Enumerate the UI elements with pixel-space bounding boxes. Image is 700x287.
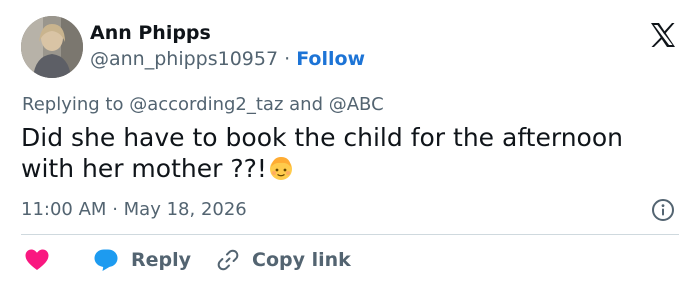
- tweet-card: Ann Phipps @ann_phipps10957 · Follow Rep…: [0, 0, 700, 287]
- meta-separator: ·: [112, 199, 118, 220]
- replying-conjunction: and: [289, 94, 323, 115]
- reply-button[interactable]: Reply: [93, 248, 191, 272]
- child-face-emoji-icon: [269, 157, 292, 180]
- reply-label: Reply: [131, 249, 192, 271]
- copy-link-button[interactable]: Copy link: [216, 248, 351, 272]
- x-logo-icon[interactable]: [648, 20, 678, 50]
- speech-bubble-icon: [94, 249, 118, 271]
- follow-button[interactable]: Follow: [296, 48, 365, 70]
- info-icon[interactable]: [651, 198, 675, 222]
- user-handle[interactable]: @ann_phipps10957: [90, 48, 278, 70]
- handle-separator: ·: [284, 48, 291, 70]
- mention-abc[interactable]: @ABC: [329, 94, 384, 115]
- tweet-text-line-2: with her mother ??!: [21, 154, 267, 183]
- replying-to: Replying to @according2_taz and @ABC: [22, 94, 384, 116]
- replying-prefix: Replying to: [22, 94, 124, 115]
- divider: [21, 234, 679, 235]
- tweet-time[interactable]: 11:00 AM: [21, 199, 106, 220]
- mention-according2-taz[interactable]: @according2_taz: [129, 94, 283, 115]
- heart-icon: [25, 249, 49, 270]
- tweet-text-line-1: Did she have to book the child for the a…: [21, 123, 623, 152]
- copy-link-label: Copy link: [252, 249, 351, 271]
- handle-row: @ann_phipps10957 · Follow: [90, 48, 365, 70]
- link-icon: [217, 249, 239, 271]
- tweet-meta: 11:00 AM · May 18, 2026: [21, 199, 247, 221]
- like-button[interactable]: [24, 248, 50, 272]
- avatar[interactable]: [21, 16, 83, 78]
- tweet-date[interactable]: May 18, 2026: [124, 199, 247, 220]
- display-name[interactable]: Ann Phipps: [90, 22, 211, 44]
- tweet-text: Did she have to book the child for the a…: [21, 122, 671, 184]
